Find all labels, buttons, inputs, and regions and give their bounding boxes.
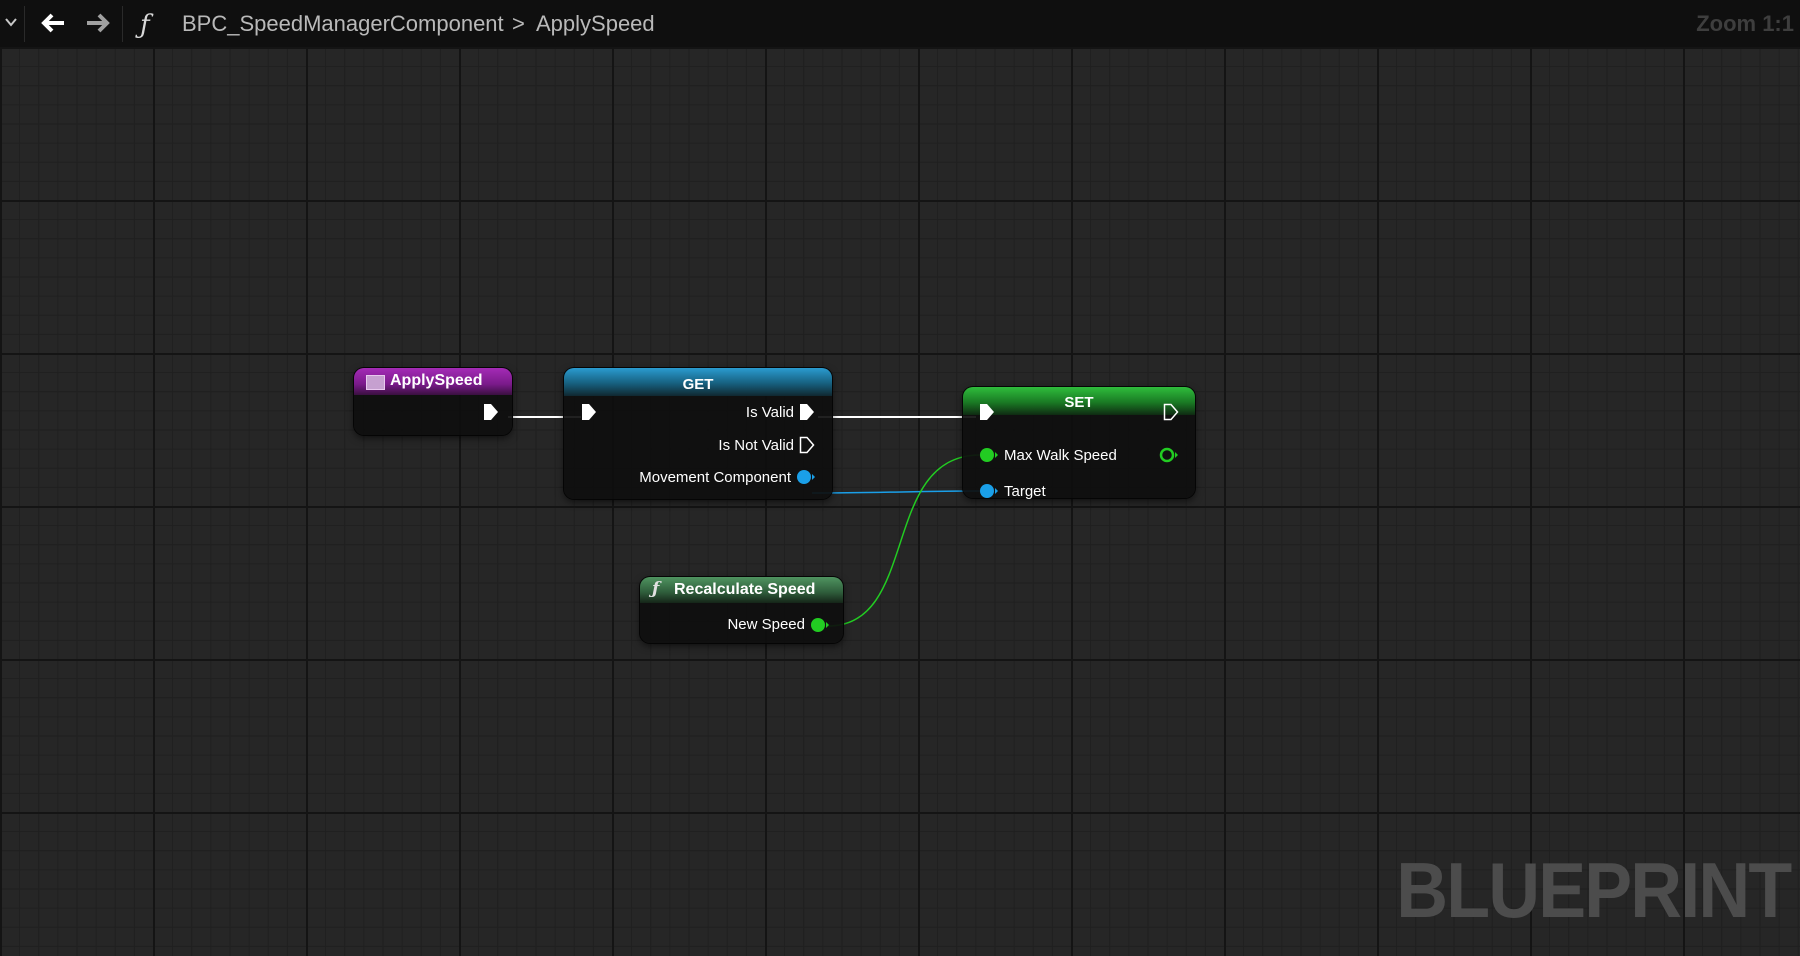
node-header: ƒ Recalculate Speed bbox=[640, 577, 843, 603]
float-wire-newspeed-to-maxwalk bbox=[827, 454, 981, 627]
movement-component-label: Movement Component bbox=[639, 469, 791, 486]
node-header: ApplySpeed bbox=[354, 368, 512, 395]
is-not-valid-exec-pin[interactable] bbox=[799, 436, 815, 459]
breadcrumb-separator: > bbox=[512, 11, 525, 36]
target-label: Target bbox=[1004, 483, 1046, 500]
is-valid-exec-pin[interactable] bbox=[799, 403, 815, 426]
blueprint-graph-canvas[interactable]: ApplySpeed GET Is Valid Is Not Valid Mov… bbox=[0, 47, 1800, 956]
back-arrow-icon[interactable] bbox=[40, 12, 66, 39]
graph-toolbar: ƒ BPC_SpeedManagerComponent > ApplySpeed… bbox=[0, 0, 1800, 48]
node-title: Recalculate Speed bbox=[674, 581, 816, 598]
chevron-down-icon[interactable] bbox=[4, 15, 18, 34]
exec-in-pin[interactable] bbox=[581, 403, 597, 426]
function-entry-node[interactable]: ApplySpeed bbox=[354, 368, 512, 435]
target-object-pin[interactable] bbox=[979, 482, 999, 505]
node-header: GET bbox=[564, 368, 832, 396]
validated-get-node[interactable]: GET Is Valid Is Not Valid Movement Compo… bbox=[564, 368, 832, 499]
breadcrumb-blueprint[interactable]: BPC_SpeedManagerComponent bbox=[182, 11, 504, 37]
zoom-level: Zoom 1:1 bbox=[1696, 11, 1794, 36]
new-speed-label: New Speed bbox=[727, 616, 805, 633]
breadcrumb-function[interactable]: ApplySpeed bbox=[536, 11, 655, 37]
object-wire-movement-to-target bbox=[811, 490, 981, 494]
node-header: SET bbox=[963, 387, 1195, 415]
max-walk-speed-in-pin[interactable] bbox=[979, 446, 999, 469]
exec-out-pin[interactable] bbox=[483, 403, 499, 426]
blueprint-watermark: BLUEPRINT bbox=[1395, 846, 1792, 934]
node-title: SET bbox=[1064, 394, 1094, 411]
node-title: GET bbox=[682, 376, 714, 393]
max-walk-speed-out-pin[interactable] bbox=[1159, 446, 1179, 469]
exec-in-pin[interactable] bbox=[979, 403, 995, 426]
new-speed-out-pin[interactable] bbox=[810, 616, 830, 639]
forward-arrow-icon[interactable] bbox=[85, 12, 111, 39]
event-icon bbox=[366, 375, 385, 390]
function-icon: ƒ bbox=[140, 10, 150, 40]
wires-layer bbox=[508, 416, 981, 627]
node-title: ApplySpeed bbox=[390, 372, 483, 389]
max-walk-speed-label: Max Walk Speed bbox=[1004, 447, 1117, 464]
set-variable-node[interactable]: SET Max Walk Speed Target bbox=[963, 387, 1195, 500]
recalculate-speed-node[interactable]: ƒ Recalculate Speed New Speed bbox=[640, 577, 843, 643]
is-valid-label: Is Valid bbox=[745, 404, 794, 421]
is-not-valid-label: Is Not Valid bbox=[718, 437, 794, 454]
exec-out-pin[interactable] bbox=[1163, 403, 1179, 426]
function-icon: ƒ bbox=[652, 579, 660, 599]
movement-component-object-pin[interactable] bbox=[796, 468, 816, 491]
